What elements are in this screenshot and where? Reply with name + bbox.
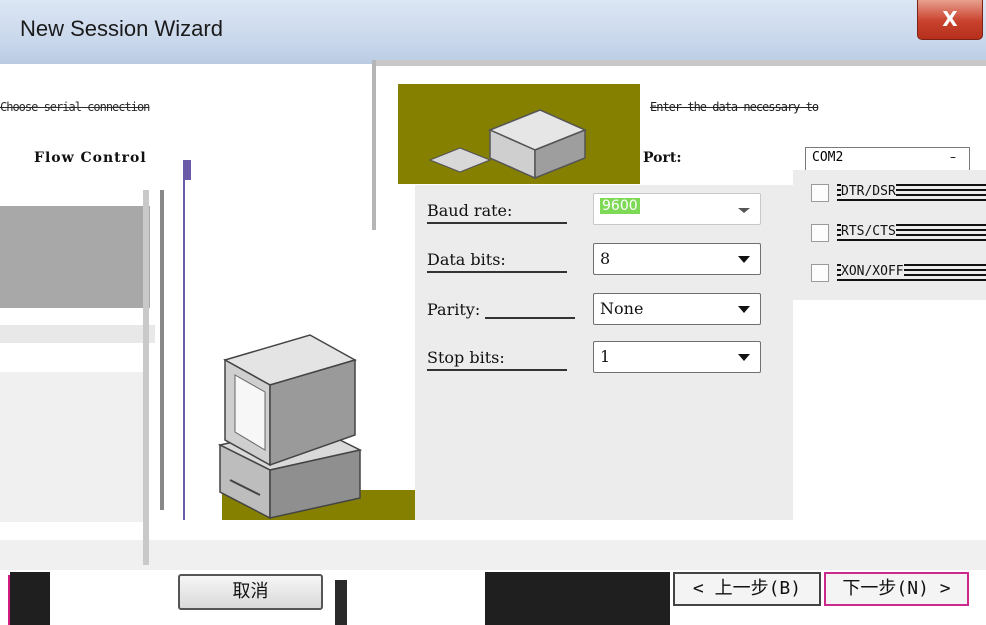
serial-settings-panel: Baud rate: 9600 Data bits: 8 Parity: Non…: [415, 185, 793, 520]
baud-rate-value: 9600: [600, 198, 640, 214]
parity-value: None: [600, 299, 644, 318]
divider-line: [160, 190, 164, 510]
computer-icon: [217, 334, 363, 520]
glitch-block: [10, 572, 50, 625]
chevron-down-icon[interactable]: –: [950, 150, 956, 164]
stop-bits-label: Stop bits:: [427, 348, 505, 367]
data-bits-label: Data bits:: [427, 250, 506, 269]
back-button[interactable]: < 上一步(B): [673, 572, 821, 606]
next-button[interactable]: 下一步(N) >: [824, 572, 969, 606]
data-bits-value: 8: [600, 249, 611, 268]
checkbox[interactable]: [811, 224, 829, 242]
flow-option-rts-cts[interactable]: RTS/CTS: [811, 222, 986, 246]
chevron-down-icon: [738, 354, 750, 361]
flow-control-label: Flow Control: [34, 150, 147, 166]
chevron-down-icon: [738, 306, 750, 313]
label-underline: [485, 317, 575, 319]
left-instruction-text: Choose serial connection: [0, 100, 150, 114]
label-underline: [427, 222, 567, 224]
divider-line: [372, 60, 376, 230]
glitch-block: [485, 572, 670, 625]
left-panel-block: [0, 206, 150, 308]
checkbox[interactable]: [811, 264, 829, 282]
baud-rate-label: Baud rate:: [427, 201, 513, 220]
chevron-down-icon: [738, 256, 750, 263]
data-bits-select[interactable]: 8: [593, 243, 761, 275]
close-button[interactable]: X: [917, 0, 983, 40]
label-underline: [427, 271, 567, 273]
cancel-button[interactable]: 取消: [178, 574, 323, 610]
left-panel-divider: [0, 325, 155, 343]
label-underline: [427, 369, 567, 371]
flow-option-dtr-dsr[interactable]: DTR/DSR: [811, 182, 986, 206]
port-value: COM2: [812, 150, 844, 165]
instruction-text: Enter the data necessary to: [650, 100, 819, 114]
header-divider: [375, 60, 986, 66]
parity-label: Parity:: [427, 300, 481, 319]
checkbox[interactable]: [811, 184, 829, 202]
stop-bits-value: 1: [600, 347, 611, 366]
port-label: Port:: [643, 150, 682, 166]
left-panel-lower: [0, 372, 145, 522]
glitch-block: [335, 580, 347, 625]
server-icon: [428, 109, 587, 180]
port-select[interactable]: COM2: [805, 147, 970, 171]
parity-select[interactable]: None: [593, 293, 761, 325]
window-title: New Session Wizard: [20, 16, 223, 41]
flow-control-panel: DTR/DSR RTS/CTS XON/XOFF: [793, 170, 986, 300]
flow-option-xon-xoff[interactable]: XON/XOFF: [811, 262, 986, 286]
chevron-down-icon: [738, 208, 750, 213]
flow-option-label: RTS/CTS: [837, 224, 986, 244]
baud-rate-select[interactable]: 9600: [593, 193, 761, 225]
flow-option-label: DTR/DSR: [837, 184, 986, 204]
flow-option-label: XON/XOFF: [837, 264, 986, 284]
stop-bits-select[interactable]: 1: [593, 341, 761, 373]
divider-line: [143, 190, 149, 565]
